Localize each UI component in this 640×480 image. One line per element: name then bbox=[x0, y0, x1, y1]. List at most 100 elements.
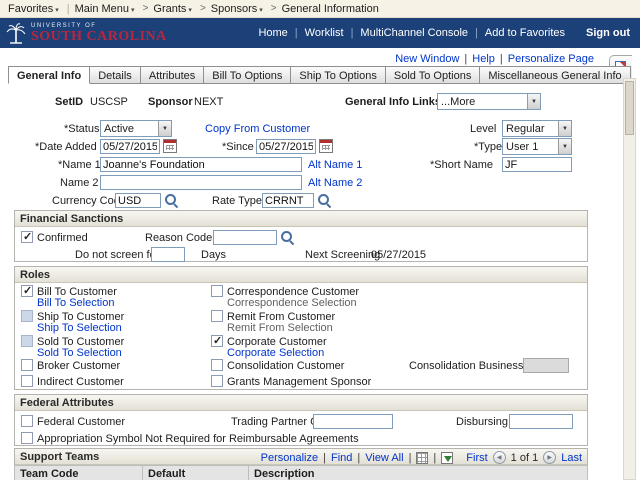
calendar-icon[interactable] bbox=[319, 139, 333, 153]
reason-code-input[interactable] bbox=[213, 230, 277, 245]
scrollbar-thumb[interactable] bbox=[625, 81, 634, 135]
currency-code-input[interactable] bbox=[115, 193, 161, 208]
help-link[interactable]: Help bbox=[472, 53, 495, 65]
appropriation-symbol-checkbox[interactable] bbox=[21, 432, 33, 444]
column-description[interactable]: Description bbox=[249, 466, 587, 480]
type-select[interactable]: User 1 bbox=[502, 138, 572, 155]
lookup-icon[interactable] bbox=[317, 193, 331, 207]
breadcrumb-separator: > bbox=[199, 3, 206, 14]
federal-attributes-title: Federal Attributes bbox=[20, 397, 114, 409]
do-not-screen-input[interactable] bbox=[151, 247, 185, 262]
usc-logotype: UNIVERSITY OF SOUTH CAROLINA bbox=[31, 23, 167, 44]
trading-partner-code-input[interactable] bbox=[313, 414, 393, 429]
broker-customer-checkbox[interactable] bbox=[21, 359, 33, 371]
breadcrumb-favorites[interactable]: Favorites bbox=[8, 3, 59, 15]
support-teams-section: Support Teams Personalize | Find | View … bbox=[14, 448, 588, 480]
status-select[interactable]: Active bbox=[100, 120, 172, 137]
indirect-customer-checkbox[interactable] bbox=[21, 375, 33, 387]
worklist-link[interactable]: Worklist bbox=[305, 27, 344, 39]
general-info-links-select[interactable]: ...More bbox=[437, 93, 541, 110]
next-screening-value: 05/27/2015 bbox=[371, 249, 427, 261]
corporate-selection-link[interactable]: Corporate Selection bbox=[227, 347, 324, 359]
first-link[interactable]: First bbox=[466, 452, 487, 464]
breadcrumb-main-menu[interactable]: Main Menu bbox=[75, 3, 135, 15]
rate-type-label: Rate Type bbox=[212, 195, 262, 207]
find-link[interactable]: Find bbox=[331, 452, 352, 464]
tab-bill-to-options[interactable]: Bill To Options bbox=[203, 66, 292, 84]
rate-type-input[interactable] bbox=[262, 193, 314, 208]
consolidation-customer-checkbox[interactable] bbox=[211, 359, 223, 371]
last-link[interactable]: Last bbox=[561, 452, 582, 464]
vertical-scrollbar[interactable] bbox=[623, 78, 636, 480]
grants-management-sponsor-checkbox[interactable] bbox=[211, 375, 223, 387]
dropdown-arrow-icon bbox=[158, 121, 171, 136]
row-position: 1 of 1 bbox=[510, 451, 539, 464]
column-team-code[interactable]: Team Code bbox=[15, 466, 143, 480]
home-link[interactable]: Home bbox=[258, 27, 287, 39]
sign-out-link[interactable]: Sign out bbox=[586, 27, 630, 39]
previous-row-icon[interactable] bbox=[492, 451, 506, 464]
tab-sold-to-options[interactable]: Sold To Options bbox=[384, 66, 481, 84]
app-header: UNIVERSITY OF SOUTH CAROLINA Home | Work… bbox=[0, 18, 640, 48]
calendar-icon[interactable] bbox=[163, 139, 177, 153]
remit-from-customer-checkbox[interactable] bbox=[211, 310, 223, 322]
bill-to-selection-link[interactable]: Bill To Selection bbox=[37, 297, 114, 309]
personalize-link[interactable]: Personalize bbox=[261, 452, 318, 464]
name1-input[interactable] bbox=[100, 157, 302, 172]
correspondence-selection-text: Correspondence Selection bbox=[227, 297, 357, 309]
toolbar-separator: | bbox=[357, 451, 361, 464]
correspondence-customer-checkbox[interactable] bbox=[211, 285, 223, 297]
sponsor-label: Sponsor bbox=[148, 96, 193, 108]
breadcrumb-sponsors[interactable]: Sponsors bbox=[211, 3, 263, 15]
header-nav: Home | Worklist | MultiChannel Console |… bbox=[258, 27, 630, 39]
federal-customer-checkbox[interactable] bbox=[21, 415, 33, 427]
sold-to-customer-checkbox[interactable] bbox=[21, 335, 33, 347]
copy-from-customer-link[interactable]: Copy From Customer bbox=[205, 123, 310, 135]
breadcrumb-main-menu-label: Main Menu bbox=[74, 2, 130, 15]
tab-details[interactable]: Details bbox=[89, 66, 141, 84]
ship-to-customer-checkbox[interactable] bbox=[21, 310, 33, 322]
short-name-input[interactable] bbox=[502, 157, 572, 172]
tab-general-info[interactable]: General Info bbox=[8, 66, 91, 84]
zoom-grid-icon[interactable] bbox=[416, 451, 429, 464]
alt-name1-link[interactable]: Alt Name 1 bbox=[308, 159, 362, 171]
usc-logo: UNIVERSITY OF SOUTH CAROLINA bbox=[6, 22, 167, 44]
lookup-icon[interactable] bbox=[280, 230, 294, 244]
level-select[interactable]: Regular bbox=[502, 120, 572, 137]
dropdown-arrow-icon bbox=[558, 121, 571, 136]
view-all-link[interactable]: View All bbox=[365, 452, 403, 464]
new-window-link[interactable]: New Window bbox=[395, 53, 459, 65]
confirmed-checkbox[interactable] bbox=[21, 230, 33, 243]
alt-name2-link[interactable]: Alt Name 2 bbox=[308, 177, 362, 189]
date-added-input[interactable] bbox=[100, 139, 160, 154]
download-icon[interactable] bbox=[441, 451, 454, 464]
breadcrumb-sponsors-label: Sponsors bbox=[210, 2, 258, 15]
breadcrumb-grants[interactable]: Grants bbox=[153, 3, 192, 15]
chevron-down-icon bbox=[129, 3, 135, 15]
sold-to-selection-link[interactable]: Sold To Selection bbox=[37, 347, 122, 359]
federal-attributes-header: Federal Attributes bbox=[15, 395, 587, 411]
roles-title: Roles bbox=[20, 269, 50, 281]
disbursing-office-input[interactable] bbox=[509, 414, 573, 429]
column-default[interactable]: Default bbox=[143, 466, 249, 480]
setid-value: USCSP bbox=[90, 96, 128, 108]
financial-sanctions-section: Financial Sanctions Confirmed Reason Cod… bbox=[14, 210, 588, 262]
bill-to-customer-checkbox[interactable] bbox=[21, 284, 33, 297]
name2-input[interactable] bbox=[100, 175, 302, 190]
dropdown-arrow-icon bbox=[558, 139, 571, 154]
tab-ship-to-options[interactable]: Ship To Options bbox=[290, 66, 386, 84]
ship-to-selection-link[interactable]: Ship To Selection bbox=[37, 322, 122, 334]
reason-code-label: Reason Code bbox=[145, 232, 213, 244]
add-to-favorites-link[interactable]: Add to Favorites bbox=[485, 27, 565, 39]
next-row-icon[interactable] bbox=[543, 451, 557, 464]
personalize-page-link[interactable]: Personalize Page bbox=[508, 53, 594, 65]
lookup-icon[interactable] bbox=[164, 193, 178, 207]
general-info-links-value: ...More bbox=[441, 95, 476, 108]
corporate-customer-checkbox[interactable] bbox=[211, 334, 223, 347]
tab-attributes[interactable]: Attributes bbox=[139, 66, 205, 84]
multichannel-console-link[interactable]: MultiChannel Console bbox=[360, 27, 468, 39]
since-input[interactable] bbox=[256, 139, 316, 154]
tab-misc-general-info[interactable]: Miscellaneous General Info bbox=[479, 66, 631, 84]
page-tabs: General Info Details Attributes Bill To … bbox=[8, 66, 631, 84]
type-label: *Type bbox=[474, 141, 503, 153]
